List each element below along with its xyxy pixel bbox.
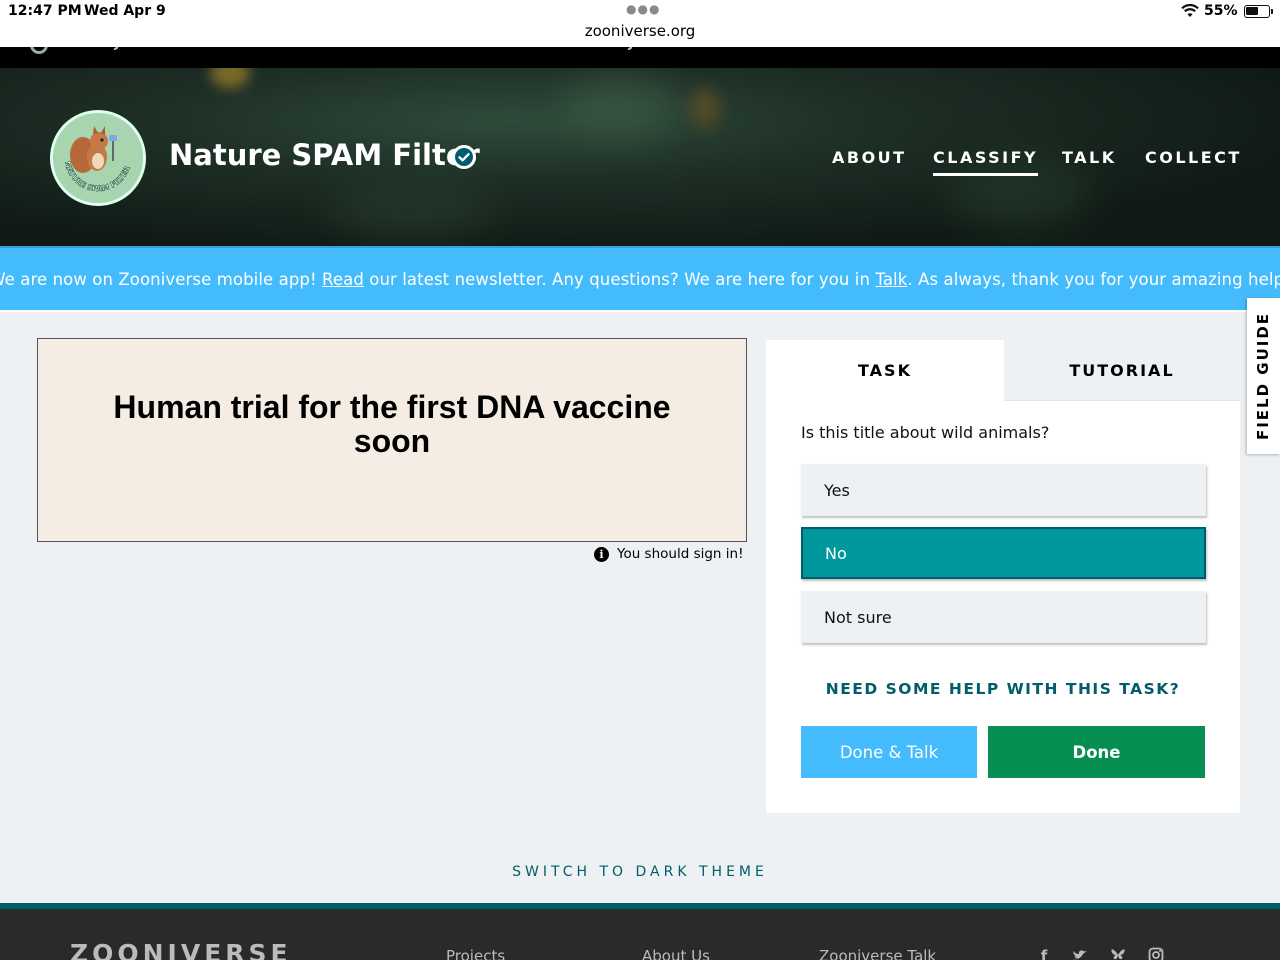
field-guide-tab[interactable]: FIELD GUIDE (1247, 298, 1280, 454)
footer-projects-link[interactable]: Projects (446, 947, 505, 960)
more-dots-icon[interactable]: ●●● (626, 2, 660, 16)
answer-yes[interactable]: Yes (801, 464, 1206, 516)
address-bar-url[interactable]: zooniverse.org (0, 22, 1280, 40)
sign-in-notice-text: You should sign in! (617, 546, 744, 562)
project-title[interactable]: Nature SPAM Filter (169, 138, 480, 172)
status-time: 12:47 PM (8, 3, 82, 19)
squirrel-logo-icon: NATURE SPAM FILTER (53, 113, 143, 203)
done-button[interactable]: Done (988, 726, 1205, 778)
tab-task[interactable]: TASK (766, 340, 1004, 401)
battery-icon (1244, 5, 1273, 18)
bluesky-icon[interactable] (1110, 947, 1126, 960)
done-and-talk-button[interactable]: Done & Talk (801, 726, 977, 778)
announcement-text-2: our latest newsletter. Any questions? We… (363, 269, 876, 289)
facebook-icon[interactable]: f (1036, 947, 1052, 960)
project-nav-classify[interactable]: CLASSIFY (933, 148, 1039, 176)
subject-viewer[interactable]: Human trial for the first DNA vaccine so… (37, 338, 747, 542)
project-nav-about[interactable]: ABOUT (832, 148, 907, 167)
newsletter-link[interactable]: Read (322, 270, 364, 289)
project-avatar[interactable]: NATURE SPAM FILTER (50, 110, 146, 206)
answer-yes-label: Yes (824, 480, 850, 500)
task-panel: TASK TUTORIAL Is this title about wild a… (766, 340, 1240, 813)
verified-check-icon (452, 145, 476, 169)
instagram-icon[interactable] (1148, 947, 1164, 960)
talk-link[interactable]: Talk (875, 270, 907, 289)
announcement-text-3: . As always, thank you for your amazing … (907, 269, 1280, 289)
answer-no-label: No (825, 543, 847, 563)
twitter-icon[interactable] (1072, 947, 1088, 960)
project-nav-collect[interactable]: COLLECT (1145, 148, 1242, 167)
task-help-link[interactable]: NEED SOME HELP WITH THIS TASK? (766, 680, 1240, 698)
project-nav-talk[interactable]: TALK (1062, 148, 1117, 167)
task-question: Is this title about wild animals? (801, 423, 1050, 442)
footer-talk-link[interactable]: Zooniverse Talk (819, 947, 936, 960)
footer-about-link[interactable]: About Us (642, 947, 710, 960)
project-header: NATURE SPAM FILTER Nature SPAM Filter AB… (0, 68, 1280, 246)
tab-tutorial[interactable]: TUTORIAL (1004, 340, 1240, 401)
status-bar: 12:47 PM Wed Apr 9 ●●● zooniverse.org 55… (0, 0, 1280, 47)
announcement-banner: We are now on Zooniverse mobile app! Rea… (0, 246, 1280, 312)
switch-dark-theme-button[interactable]: SWITCH TO DARK THEME (0, 864, 1280, 880)
status-date: Wed Apr 9 (84, 3, 166, 19)
footer: ZOONIVERSE Projects About Us Zooniverse … (0, 903, 1280, 960)
answer-not-sure[interactable]: Not sure (801, 591, 1206, 643)
footer-logo[interactable]: ZOONIVERSE (70, 939, 292, 960)
sign-in-notice: i You should sign in! (594, 546, 744, 562)
info-icon: i (594, 546, 609, 562)
announcement-text-1: We are now on Zooniverse mobile app! (0, 269, 323, 289)
subject-title-text: Human trial for the first DNA vaccine so… (113, 389, 671, 459)
wifi-icon (1181, 4, 1199, 17)
battery-percent: 55% (1204, 3, 1238, 19)
field-guide-label: FIELD GUIDE (1254, 311, 1273, 441)
answer-no[interactable]: No (801, 527, 1206, 579)
answer-not-sure-label: Not sure (824, 607, 892, 627)
